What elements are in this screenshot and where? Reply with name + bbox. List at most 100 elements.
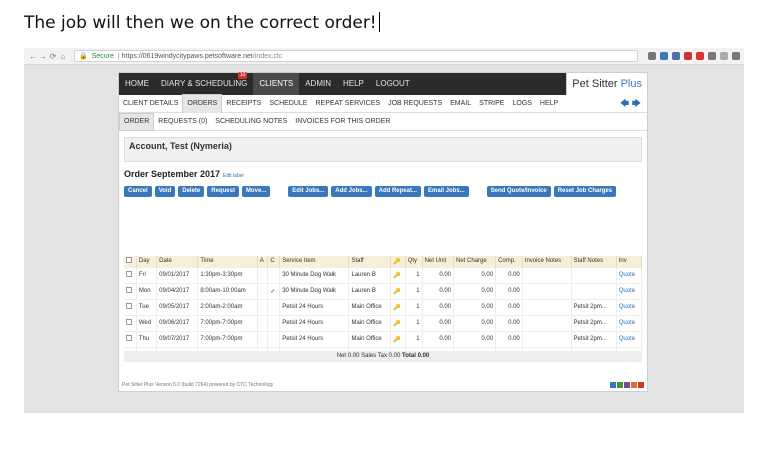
- extension-icon[interactable]: [732, 52, 740, 60]
- theme-swatch[interactable]: [631, 382, 637, 388]
- cell-key[interactable]: 🔑: [390, 282, 406, 299]
- prev-arrow-icon[interactable]: 🡄: [620, 98, 629, 108]
- table-row[interactable]: Mon 09/04/2017 8:00am-10:00am ✓ 30 Minute Do…: [124, 282, 643, 299]
- reload-icon[interactable]: ⟳: [48, 52, 58, 61]
- edit-jobs-button[interactable]: Edit Jobs...: [288, 186, 329, 197]
- email-jobs-button[interactable]: Email Jobs...: [423, 186, 469, 197]
- move-button[interactable]: Move...: [241, 186, 271, 197]
- action-buttons: Cancel Void Delete Request Move... Edit …: [124, 186, 647, 197]
- cancel-button[interactable]: Cancel: [124, 186, 152, 197]
- tab-scheduling-notes[interactable]: SCHEDULING NOTES: [211, 114, 291, 130]
- extension-icon[interactable]: [684, 52, 692, 60]
- lock-icon: 🔒: [79, 53, 88, 60]
- tab-job-requests[interactable]: JOB REQUESTS: [384, 95, 446, 113]
- extension-icon[interactable]: [672, 52, 680, 60]
- tab-client-details[interactable]: CLIENT DETAILS: [119, 95, 182, 113]
- col-time: Time: [197, 256, 258, 267]
- row-checkbox[interactable]: [126, 287, 132, 293]
- theme-swatch[interactable]: [610, 382, 616, 388]
- cell-key[interactable]: 🔑: [390, 330, 406, 347]
- cell-inv[interactable]: Quote: [616, 282, 643, 299]
- cell-checkbox[interactable]: [124, 282, 137, 299]
- cell-checkbox[interactable]: [124, 266, 137, 283]
- reset-job-charges-button[interactable]: Reset Job Charges: [553, 186, 617, 197]
- cell-net-charge: 0.00: [453, 330, 497, 347]
- address-bar[interactable]: 🔒 Secure | https://0619windycitypaws.pet…: [74, 50, 638, 62]
- theme-swatch[interactable]: [624, 382, 630, 388]
- cell-staff-notes: [571, 282, 617, 299]
- extension-icon[interactable]: [696, 52, 704, 60]
- extension-icon[interactable]: [708, 52, 716, 60]
- cell-key[interactable]: 🔑: [390, 298, 406, 315]
- cell-inv[interactable]: Quote: [616, 298, 643, 315]
- theme-swatches: [610, 382, 644, 388]
- tab-invoices[interactable]: INVOICES FOR THIS ORDER: [291, 114, 394, 130]
- tab-receipts[interactable]: RECEIPTS: [222, 95, 265, 113]
- cell-day: Tue: [136, 298, 158, 315]
- back-icon[interactable]: ←: [28, 52, 38, 61]
- nav-help[interactable]: HELP: [337, 73, 370, 95]
- tab-help[interactable]: HELP: [536, 95, 562, 113]
- nav-logout[interactable]: LOGOUT: [370, 73, 416, 95]
- extension-icon[interactable]: [648, 52, 656, 60]
- col-net-charge: Net Charge: [453, 256, 497, 267]
- void-button[interactable]: Void: [154, 186, 176, 197]
- cell-checkbox[interactable]: [124, 330, 137, 347]
- cell-inv[interactable]: Quote: [616, 330, 643, 347]
- nav-diary-scheduling[interactable]: DIARY & SCHEDULING 10: [155, 72, 253, 95]
- add-repeat-button[interactable]: Add Repeat...: [374, 186, 421, 197]
- col-inv: Inv: [616, 256, 643, 267]
- request-button[interactable]: Request: [207, 186, 239, 197]
- select-all-checkbox[interactable]: [124, 256, 137, 267]
- tab-order[interactable]: ORDER: [119, 112, 155, 131]
- next-arrow-icon[interactable]: 🡆: [632, 98, 641, 108]
- theme-swatch[interactable]: [638, 382, 644, 388]
- key-icon[interactable]: 🔑: [393, 273, 400, 279]
- tab-schedule[interactable]: SCHEDULE: [265, 95, 311, 113]
- order-totals: Net 0.00 Sales Tax 0.00 Total 0.00: [124, 351, 642, 362]
- table-row[interactable]: Fri 09/01/2017 1:30pm-3:30pm 30 Minute Dog …: [124, 266, 643, 283]
- tab-logs[interactable]: LOGS: [508, 95, 535, 113]
- tab-requests[interactable]: REQUESTS (0): [154, 114, 211, 130]
- cell-checkbox[interactable]: [124, 314, 137, 331]
- caption-label: The job will then we on the correct orde…: [24, 13, 377, 33]
- send-quote-invoice-button[interactable]: Send Quote/Invoice: [486, 186, 551, 197]
- cell-key[interactable]: 🔑: [390, 314, 406, 331]
- tab-email[interactable]: EMAIL: [446, 95, 475, 113]
- delete-button[interactable]: Delete: [178, 186, 205, 197]
- cell-time: 8:00am-10:00am: [197, 282, 258, 299]
- nav-home[interactable]: HOME: [119, 73, 155, 95]
- key-icon[interactable]: 🔑: [393, 321, 400, 327]
- key-icon[interactable]: 🔑: [393, 305, 400, 311]
- row-checkbox[interactable]: [126, 271, 132, 277]
- app-window: HOME DIARY & SCHEDULING 10 CLIENTS ADMIN …: [118, 72, 648, 392]
- cell-checkbox[interactable]: [124, 298, 137, 315]
- cell-invoice-notes: [522, 266, 572, 283]
- tab-repeat-services[interactable]: REPEAT SERVICES: [311, 95, 384, 113]
- forward-icon[interactable]: →: [38, 52, 48, 61]
- cell-inv[interactable]: Quote: [616, 266, 643, 283]
- nav-clients[interactable]: CLIENTS: [253, 73, 300, 95]
- cell-c: [267, 298, 281, 315]
- key-icon[interactable]: 🔑: [393, 289, 400, 295]
- cell-comp: 0.00: [495, 282, 523, 299]
- table-row[interactable]: Wed 09/06/2017 7:00pm-7:00pm Petsit 24 Hour…: [124, 314, 643, 331]
- extension-icon[interactable]: [660, 52, 668, 60]
- cell-key[interactable]: 🔑: [390, 266, 406, 283]
- table-row[interactable]: Tue 09/05/2017 2:00am-2:00am Petsit 24 Hour…: [124, 298, 643, 315]
- row-checkbox[interactable]: [126, 319, 132, 325]
- add-jobs-button[interactable]: Add Jobs...: [331, 186, 372, 197]
- cell-inv[interactable]: Quote: [616, 314, 643, 331]
- home-icon[interactable]: ⌂: [58, 52, 68, 61]
- tab-stripe[interactable]: STRIPE: [475, 95, 508, 113]
- row-checkbox[interactable]: [126, 335, 132, 341]
- tab-orders[interactable]: ORDERS: [182, 94, 223, 113]
- order-title: Order September 2017 Edit label: [124, 169, 647, 179]
- row-checkbox[interactable]: [126, 303, 132, 309]
- theme-swatch[interactable]: [617, 382, 623, 388]
- table-row[interactable]: Thu 09/07/2017 7:00pm-7:00pm Petsit 24 Hour…: [124, 330, 643, 347]
- edit-label-link[interactable]: Edit label: [223, 173, 244, 179]
- nav-admin[interactable]: ADMIN: [299, 73, 337, 95]
- extension-icon[interactable]: [720, 52, 728, 60]
- key-icon[interactable]: 🔑: [393, 337, 400, 343]
